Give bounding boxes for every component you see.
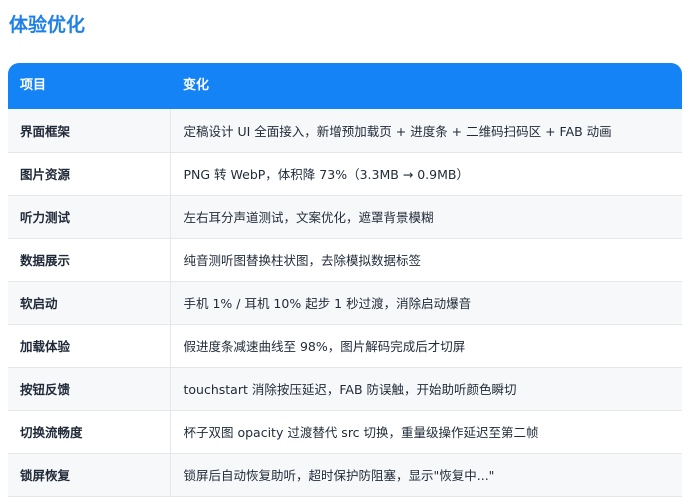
row-item-name: 图片资源 [8, 152, 171, 195]
row-change-text: 定稿设计 UI 全面接入，新增预加载页 + 进度条 + 二维码扫码区 + FAB… [183, 123, 612, 139]
optimization-table: 项目 变化 界面框架 定稿设计 UI 全面接入，新增预加载页 + 进度条 + 二… [8, 63, 682, 497]
row-item-name: 软启动 [8, 281, 171, 324]
row-change-text: 假进度条减速曲线至 98%，图片解码完成后才切屏 [183, 339, 466, 354]
row-item-name: 锁屏恢复 [8, 453, 171, 496]
page: 体验优化 项目 变化 界面框架 定稿设计 UI 全面接入，新增预加载页 + 进度… [0, 0, 689, 500]
row-change-text: 锁屏后自动恢复助听，超时保护防阻塞，显示"恢复中..." [183, 468, 495, 483]
row-change-text: 杯子双图 opacity 过渡替代 src 切换，重量级操作延迟至第二帧 [183, 425, 539, 440]
row-change-text: 左右耳分声道测试，文案优化，遮罩背景模糊 [183, 210, 434, 225]
row-item-name: 界面框架 [8, 109, 171, 152]
table-row: 软启动 手机 1% / 耳机 10% 起步 1 秒过渡，消除启动爆音 [8, 281, 682, 324]
table-row: 切换流畅度 杯子双图 opacity 过渡替代 src 切换，重量级操作延迟至第… [8, 410, 682, 453]
row-item-name: 听力测试 [8, 195, 171, 238]
column-header-change: 变化 [183, 78, 210, 93]
table-row: 加载体验 假进度条减速曲线至 98%，图片解码完成后才切屏 [8, 324, 682, 367]
row-item-name: 数据展示 [8, 238, 171, 281]
table-body: 界面框架 定稿设计 UI 全面接入，新增预加载页 + 进度条 + 二维码扫码区 … [8, 109, 682, 496]
table-row: 听力测试 左右耳分声道测试，文案优化，遮罩背景模糊 [8, 195, 682, 238]
row-change-text: touchstart 消除按压延迟，FAB 防误触，开始助听颜色瞬切 [183, 382, 517, 397]
table-row: 锁屏恢复 锁屏后自动恢复助听，超时保护防阻塞，显示"恢复中..." [8, 453, 682, 496]
row-change-text: PNG 转 WebP，体积降 73%（3.3MB → 0.9MB） [183, 167, 469, 182]
row-item-name: 按钮反馈 [8, 367, 171, 410]
row-item-name: 加载体验 [8, 324, 171, 367]
table-header-row: 项目 变化 [8, 63, 682, 109]
table-row: 界面框架 定稿设计 UI 全面接入，新增预加载页 + 进度条 + 二维码扫码区 … [8, 109, 682, 152]
column-header-item: 项目 [20, 78, 47, 93]
table-row: 图片资源 PNG 转 WebP，体积降 73%（3.3MB → 0.9MB） [8, 152, 682, 195]
section-title: 体验优化 [9, 14, 86, 36]
table-row: 按钮反馈 touchstart 消除按压延迟，FAB 防误触，开始助听颜色瞬切 [8, 367, 682, 410]
table-row: 数据展示 纯音测听图替换柱状图，去除模拟数据标签 [8, 238, 682, 281]
row-change-text: 纯音测听图替换柱状图，去除模拟数据标签 [183, 253, 422, 268]
row-change-text: 手机 1% / 耳机 10% 起步 1 秒过渡，消除启动爆音 [183, 296, 472, 311]
row-item-name: 切换流畅度 [8, 410, 171, 453]
optimization-table-container: 项目 变化 界面框架 定稿设计 UI 全面接入，新增预加载页 + 进度条 + 二… [8, 63, 682, 500]
table-header: 项目 变化 [8, 63, 682, 109]
